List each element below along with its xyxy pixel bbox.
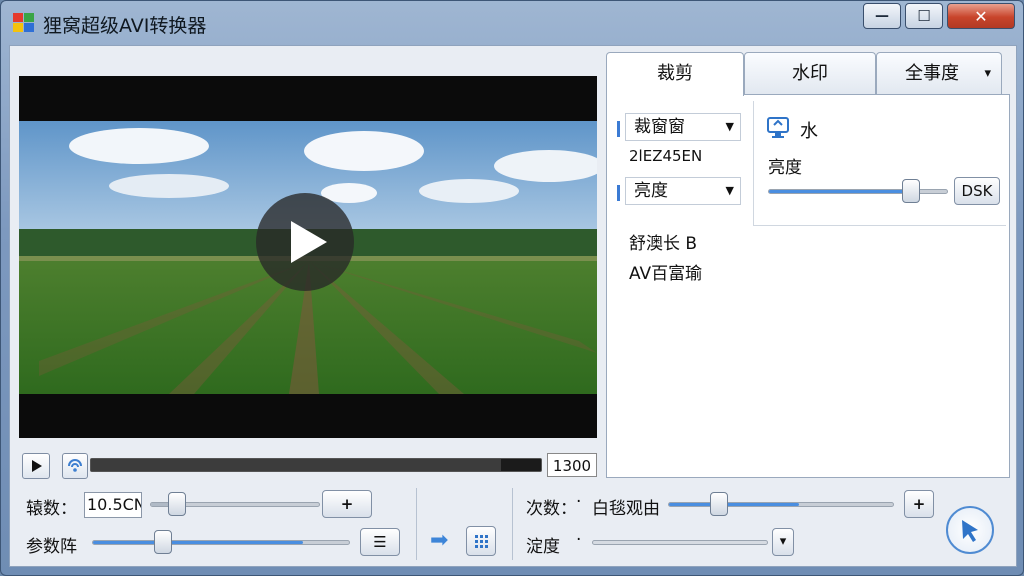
- crop-mode-value: 裁窗窗: [634, 117, 685, 137]
- dsk-button[interactable]: DSK: [954, 177, 1000, 205]
- brightness-select[interactable]: 亮度 ▼: [625, 177, 741, 205]
- wave-icon: [68, 459, 82, 472]
- maximize-button[interactable]: ☐: [905, 3, 943, 29]
- monitor-icon: [767, 117, 789, 138]
- watermark-brightness-slider[interactable]: [768, 189, 948, 194]
- crop-mode-select[interactable]: 裁窗窗 ▼: [625, 113, 741, 141]
- slider-thumb[interactable]: [902, 179, 920, 203]
- watermark-subpanel: 水 亮度 DSK: [753, 101, 1006, 226]
- seek-row: 1300: [22, 452, 597, 480]
- count-label: 辕数：: [26, 499, 77, 519]
- close-button[interactable]: ✕: [947, 3, 1015, 29]
- app-logo-icon: [13, 13, 34, 32]
- section-marker: [617, 185, 620, 201]
- tab-watermark[interactable]: 水印: [744, 52, 876, 94]
- crop-text-2: AV百富瑜: [629, 264, 703, 284]
- crop-info-text: 2lEZ45EN: [629, 147, 703, 165]
- slider-thumb[interactable]: [168, 492, 186, 516]
- plus-button[interactable]: +: [904, 490, 934, 518]
- divider: [512, 488, 513, 560]
- grid-button[interactable]: [466, 526, 496, 556]
- slider-fill: [93, 541, 303, 544]
- tab-crop[interactable]: 裁剪: [606, 52, 744, 96]
- slider-fill: [669, 503, 799, 506]
- pointer-button[interactable]: [946, 506, 994, 554]
- param-slider[interactable]: [92, 540, 350, 545]
- times-label: 次数：: [526, 499, 577, 519]
- maximize-icon: ☐: [917, 7, 931, 25]
- slider-thumb[interactable]: [154, 530, 172, 554]
- video-preview[interactable]: [19, 76, 597, 438]
- watermark-title: 水: [800, 121, 818, 142]
- divider: [416, 488, 417, 560]
- seek-progress: [91, 459, 501, 471]
- app-window: 狸窝超级AVI转换器 — ☐ ✕ 1300 裁剪 水印 全事度 ▾ 裁窗窗 ▼ …: [0, 0, 1024, 576]
- title-bar[interactable]: 狸窝超级AVI转换器 — ☐ ✕: [1, 1, 1023, 43]
- times-slider[interactable]: [668, 502, 894, 507]
- play-overlay-button[interactable]: [256, 193, 354, 291]
- count-input[interactable]: 10.5CN: [84, 492, 142, 518]
- arrow-right-icon: ➡: [430, 528, 449, 553]
- crop-text-1: 舒澳长 B: [629, 234, 698, 254]
- depth-dropdown-button[interactable]: ▾: [772, 528, 794, 556]
- depth-slider[interactable]: [592, 540, 768, 545]
- play-button[interactable]: [22, 453, 50, 479]
- play-icon: [32, 460, 42, 472]
- increase-button[interactable]: +: [322, 490, 372, 518]
- chevron-down-icon: ▼: [725, 184, 734, 197]
- watermark-brightness-label: 亮度: [768, 158, 802, 178]
- slider-fill: [769, 190, 921, 193]
- tab-more[interactable]: 全事度 ▾: [876, 52, 1002, 94]
- chevron-down-icon: ▼: [725, 120, 734, 133]
- seek-bar[interactable]: [90, 458, 542, 472]
- crop-tab-content: 裁窗窗 ▼ 2lEZ45EN 亮度 ▼ 舒澳长 B AV百富瑜 水 亮度 DSK: [606, 94, 1010, 478]
- window-title: 狸窝超级AVI转换器: [43, 15, 207, 37]
- audio-button[interactable]: [62, 453, 88, 479]
- slider-thumb[interactable]: [710, 492, 728, 516]
- minimize-icon: —: [875, 8, 889, 24]
- grid-icon: [475, 535, 488, 548]
- close-icon: ✕: [974, 6, 988, 26]
- minimize-button[interactable]: —: [863, 3, 901, 29]
- time-display: 1300: [547, 453, 597, 477]
- tab-more-label: 全事度: [905, 63, 959, 84]
- section-marker: [617, 121, 620, 137]
- depth-label: 淀度: [526, 537, 560, 557]
- bottom-controls: 辕数： 10.5CN + 参数阵 ☰ ➡ 次数： · 白毯观由 + 淀度 · ▾: [10, 482, 1016, 566]
- white-label: 白毯观由: [592, 499, 660, 519]
- menu-button[interactable]: ☰: [360, 528, 400, 556]
- play-icon: [291, 221, 327, 263]
- main-client-area: 1300 裁剪 水印 全事度 ▾ 裁窗窗 ▼ 2lEZ45EN 亮度 ▼ 舒澳长…: [9, 45, 1017, 567]
- chevron-down-icon: ▾: [984, 66, 991, 81]
- cursor-icon: [962, 520, 978, 542]
- brightness-select-value: 亮度: [634, 181, 668, 201]
- dot-separator: ·: [576, 530, 582, 550]
- param-label: 参数阵: [26, 537, 77, 557]
- settings-panel: 裁剪 水印 全事度 ▾ 裁窗窗 ▼ 2lEZ45EN 亮度 ▼ 舒澳长 B AV…: [606, 52, 1010, 478]
- dot-separator: ·: [576, 492, 582, 512]
